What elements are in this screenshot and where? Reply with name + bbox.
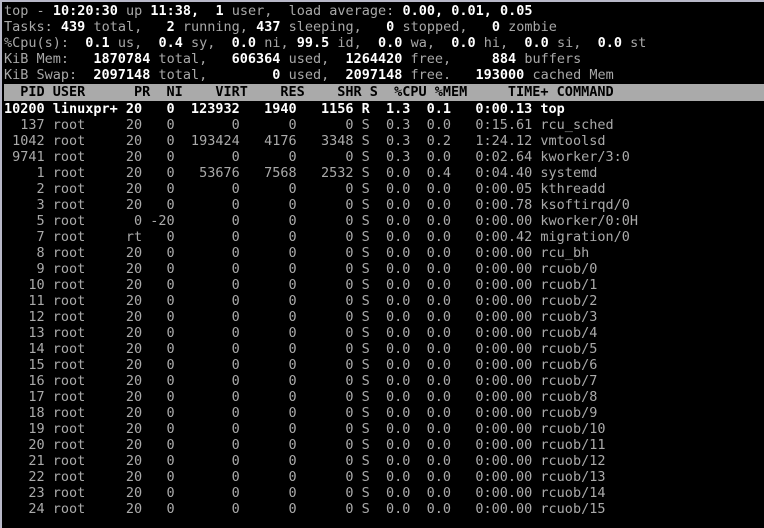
- table-row[interactable]: 10200 linuxpr+ 20 0 123932 1940 1156 R 1…: [4, 101, 764, 117]
- table-row[interactable]: 22 root 20 0 0 0 0 S 0.0 0.0 0:00.00 rcu…: [4, 469, 764, 485]
- current-time: 10:20:30: [52, 3, 118, 19]
- table-row[interactable]: 11 root 20 0 0 0 0 S 0.0 0.0 0:00.00 rcu…: [4, 293, 764, 309]
- table-row[interactable]: 16 root 20 0 0 0 0 S 0.0 0.0 0:00.00 rcu…: [4, 373, 764, 389]
- process-table-body: 10200 linuxpr+ 20 0 123932 1940 1156 R 1…: [4, 101, 764, 517]
- swap-free-value: 2097148: [345, 67, 403, 83]
- table-row[interactable]: 21 root 20 0 0 0 0 S 0.0 0.0 0:00.00 rcu…: [4, 453, 764, 469]
- table-row[interactable]: 1042 root 20 0 193424 4176 3348 S 0.3 0.…: [4, 133, 764, 149]
- table-row[interactable]: 8 root 20 0 0 0 0 S 0.0 0.0 0:00.00 rcu_…: [4, 245, 764, 261]
- tasks-total-label: total,: [93, 19, 143, 35]
- mem-buffers-value: 884: [491, 51, 517, 67]
- tasks-line: Tasks: 439 total, 2 running, 437 sleepin…: [4, 19, 764, 35]
- table-row[interactable]: 7 root rt 0 0 0 0 S 0.0 0.0 0:00.42 migr…: [4, 229, 764, 245]
- cpu-us-value: 0.1: [85, 35, 110, 51]
- uptime-line: top - 10:20:30 up 11:38, 1 user, load av…: [4, 3, 764, 19]
- mem-free-label: free,: [410, 51, 452, 67]
- cpu-wa-label: wa,: [410, 35, 435, 51]
- swap-cached-value: 193000: [475, 67, 525, 83]
- cpu-ni-label: ni,: [264, 35, 289, 51]
- terminal-window[interactable]: top - 10:20:30 up 11:38, 1 user, load av…: [0, 0, 764, 528]
- load-avg-5min: 0.01,: [451, 3, 492, 19]
- cpu-hi-label: hi,: [483, 35, 509, 51]
- swap-free-label: free.: [410, 67, 452, 83]
- cpu-st-label: st: [630, 35, 647, 51]
- table-row[interactable]: 9 root 20 0 0 0 0 S 0.0 0.0 0:00.00 rcuo…: [4, 261, 764, 277]
- load-avg-1min: 0.00,: [402, 3, 444, 19]
- cpu-us-label: us,: [117, 35, 143, 51]
- process-table-header[interactable]: PID USER PR NI VIRT RES SHR S %CPU %MEM …: [4, 84, 764, 101]
- uptime-value: 11:38,: [150, 3, 200, 19]
- table-row[interactable]: 1 root 20 0 53676 7568 2532 S 0.0 0.4 0:…: [4, 165, 764, 181]
- load-avg-15min: 0.05: [500, 3, 533, 19]
- cpu-st-value: 0.0: [597, 35, 622, 51]
- cpu-id-label: id,: [337, 35, 362, 51]
- terminal-screen[interactable]: top - 10:20:30 up 11:38, 1 user, load av…: [2, 2, 764, 528]
- dash-separator: -: [36, 3, 45, 19]
- up-label: up: [125, 3, 143, 19]
- tasks-label: Tasks:: [4, 19, 53, 35]
- table-row[interactable]: 3 root 20 0 0 0 0 S 0.0 0.0 0:00.78 ksof…: [4, 197, 764, 213]
- load-average-label: load average:: [288, 3, 395, 19]
- cpu-si-label: si,: [556, 35, 582, 51]
- cpu-label: %Cpu(s):: [4, 35, 70, 51]
- table-row[interactable]: 14 root 20 0 0 0 0 S 0.0 0.0 0:00.00 rcu…: [4, 341, 764, 357]
- table-row[interactable]: 17 root 20 0 0 0 0 S 0.0 0.0 0:00.00 rcu…: [4, 389, 764, 405]
- program-name: top: [4, 3, 29, 19]
- table-row[interactable]: 9741 root 20 0 0 0 0 S 0.3 0.0 0:02.64 k…: [4, 149, 764, 165]
- table-row[interactable]: 24 root 20 0 0 0 0 S 0.0 0.0 0:00.00 rcu…: [4, 501, 764, 517]
- swap-used-label: used,: [288, 67, 330, 83]
- cpu-line: %Cpu(s): 0.1 us, 0.4 sy, 0.0 ni, 99.5 id…: [4, 35, 764, 51]
- user-count: 1: [215, 3, 224, 19]
- mem-total-label: total,: [158, 51, 208, 67]
- table-row[interactable]: 23 root 20 0 0 0 0 S 0.0 0.0 0:00.00 rcu…: [4, 485, 764, 501]
- tasks-running-value: 2: [166, 19, 175, 35]
- tasks-running-label: running,: [182, 19, 248, 35]
- top-summary-area: top - 10:20:30 up 11:38, 1 user, load av…: [4, 3, 764, 83]
- table-row[interactable]: 10 root 20 0 0 0 0 S 0.0 0.0 0:00.00 rcu…: [4, 277, 764, 293]
- table-row[interactable]: 2 root 20 0 0 0 0 S 0.0 0.0 0:00.05 kthr…: [4, 181, 764, 197]
- cpu-sy-value: 0.4: [158, 35, 183, 51]
- cpu-hi-value: 0.0: [451, 35, 476, 51]
- table-row[interactable]: 20 root 20 0 0 0 0 S 0.0 0.0 0:00.00 rcu…: [4, 437, 764, 453]
- table-row[interactable]: 19 root 20 0 0 0 0 S 0.0 0.0 0:00.00 rcu…: [4, 421, 764, 437]
- mem-label: KiB Mem:: [4, 51, 70, 67]
- table-row[interactable]: 13 root 20 0 0 0 0 S 0.0 0.0 0:00.00 rcu…: [4, 325, 764, 341]
- cpu-ni-value: 0.0: [231, 35, 257, 51]
- table-row[interactable]: 15 root 20 0 0 0 0 S 0.0 0.0 0:00.00 rcu…: [4, 357, 764, 373]
- cpu-sy-label: sy,: [191, 35, 216, 51]
- mem-used-label: used,: [288, 51, 330, 67]
- tasks-total-value: 439: [60, 19, 86, 35]
- mem-line: KiB Mem: 1870784 total, 606364 used, 126…: [4, 51, 764, 67]
- table-row[interactable]: 5 root 0 -20 0 0 0 S 0.0 0.0 0:00.00 kwo…: [4, 213, 764, 229]
- user-label: user,: [231, 3, 273, 19]
- swap-line: KiB Swap: 2097148 total, 0 used, 2097148…: [4, 67, 764, 83]
- swap-total-label: total,: [158, 67, 208, 83]
- swap-cached-label: cached Mem: [532, 67, 614, 83]
- table-row[interactable]: 18 root 20 0 0 0 0 S 0.0 0.0 0:00.00 rcu…: [4, 405, 764, 421]
- mem-total-value: 1870784: [93, 51, 151, 67]
- tasks-sleeping-label: sleeping,: [288, 19, 362, 35]
- mem-used-value: 606364: [231, 51, 281, 67]
- table-row[interactable]: 12 root 20 0 0 0 0 S 0.0 0.0 0:00.00 rcu…: [4, 309, 764, 325]
- mem-buffers-label: buffers: [524, 51, 582, 67]
- tasks-stopped-label: stopped,: [402, 19, 468, 35]
- cpu-id-value: 99.5: [296, 35, 330, 51]
- cpu-si-value: 0.0: [524, 35, 549, 51]
- tasks-sleeping-value: 437: [256, 19, 281, 35]
- mem-free-value: 1264420: [345, 51, 403, 67]
- table-row[interactable]: 137 root 20 0 0 0 0 S 0.3 0.0 0:15.61 rc…: [4, 117, 764, 133]
- tasks-zombie-value: 0: [491, 19, 500, 35]
- cpu-wa-value: 0.0: [378, 35, 403, 51]
- swap-total-value: 2097148: [93, 67, 151, 83]
- tasks-zombie-label: zombie: [508, 19, 557, 35]
- swap-label: KiB Swap:: [4, 67, 78, 83]
